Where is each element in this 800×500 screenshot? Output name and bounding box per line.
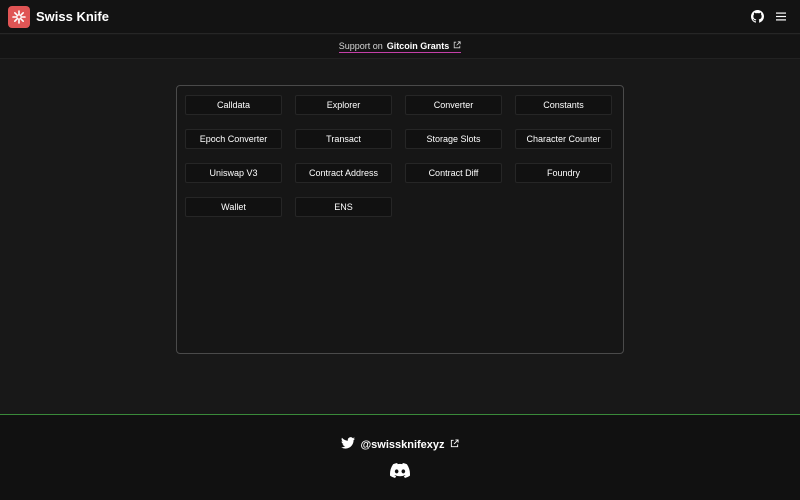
twitter-handle: @swissknifexyz: [360, 438, 445, 451]
uniswap-v3-button[interactable]: Uniswap V3: [185, 163, 282, 183]
character-counter-button[interactable]: Character Counter: [515, 129, 612, 149]
github-icon[interactable]: [751, 10, 764, 23]
gitcoin-grants-label: Gitcoin Grants: [386, 40, 450, 51]
support-prefix: Support on: [338, 40, 383, 51]
gitcoin-grants-link[interactable]: Support on Gitcoin Grants: [338, 40, 462, 53]
swiss-knife-logo-icon[interactable]: [8, 5, 30, 28]
contract-diff-button[interactable]: Contract Diff: [405, 163, 502, 183]
menu-icon[interactable]: [776, 12, 786, 21]
tools-panel: Calldata Explorer Converter Constants Ep…: [176, 85, 624, 354]
footer: @swissknifexyz: [0, 414, 800, 500]
constants-button[interactable]: Constants: [515, 95, 612, 115]
discord-icon[interactable]: [390, 463, 411, 483]
ens-button[interactable]: ENS: [295, 197, 392, 217]
contract-address-button[interactable]: Contract Address: [295, 163, 392, 183]
external-link-icon: [450, 438, 459, 451]
discord-row: [0, 463, 800, 483]
brand-title[interactable]: Swiss Knife: [36, 9, 109, 24]
wallet-button[interactable]: Wallet: [185, 197, 282, 217]
header: Swiss Knife: [0, 0, 800, 34]
twitter-link[interactable]: @swissknifexyz: [341, 437, 459, 452]
explorer-button[interactable]: Explorer: [295, 95, 392, 115]
calldata-button[interactable]: Calldata: [185, 95, 282, 115]
transact-button[interactable]: Transact: [295, 129, 392, 149]
foundry-button[interactable]: Foundry: [515, 163, 612, 183]
twitter-icon: [341, 437, 356, 452]
storage-slots-button[interactable]: Storage Slots: [405, 129, 502, 149]
epoch-converter-button[interactable]: Epoch Converter: [185, 129, 282, 149]
external-link-icon: [453, 40, 461, 51]
tools-grid: Calldata Explorer Converter Constants Ep…: [185, 95, 615, 217]
twitter-row: @swissknifexyz: [0, 437, 800, 452]
support-bar: Support on Gitcoin Grants: [0, 35, 800, 59]
converter-button[interactable]: Converter: [405, 95, 502, 115]
